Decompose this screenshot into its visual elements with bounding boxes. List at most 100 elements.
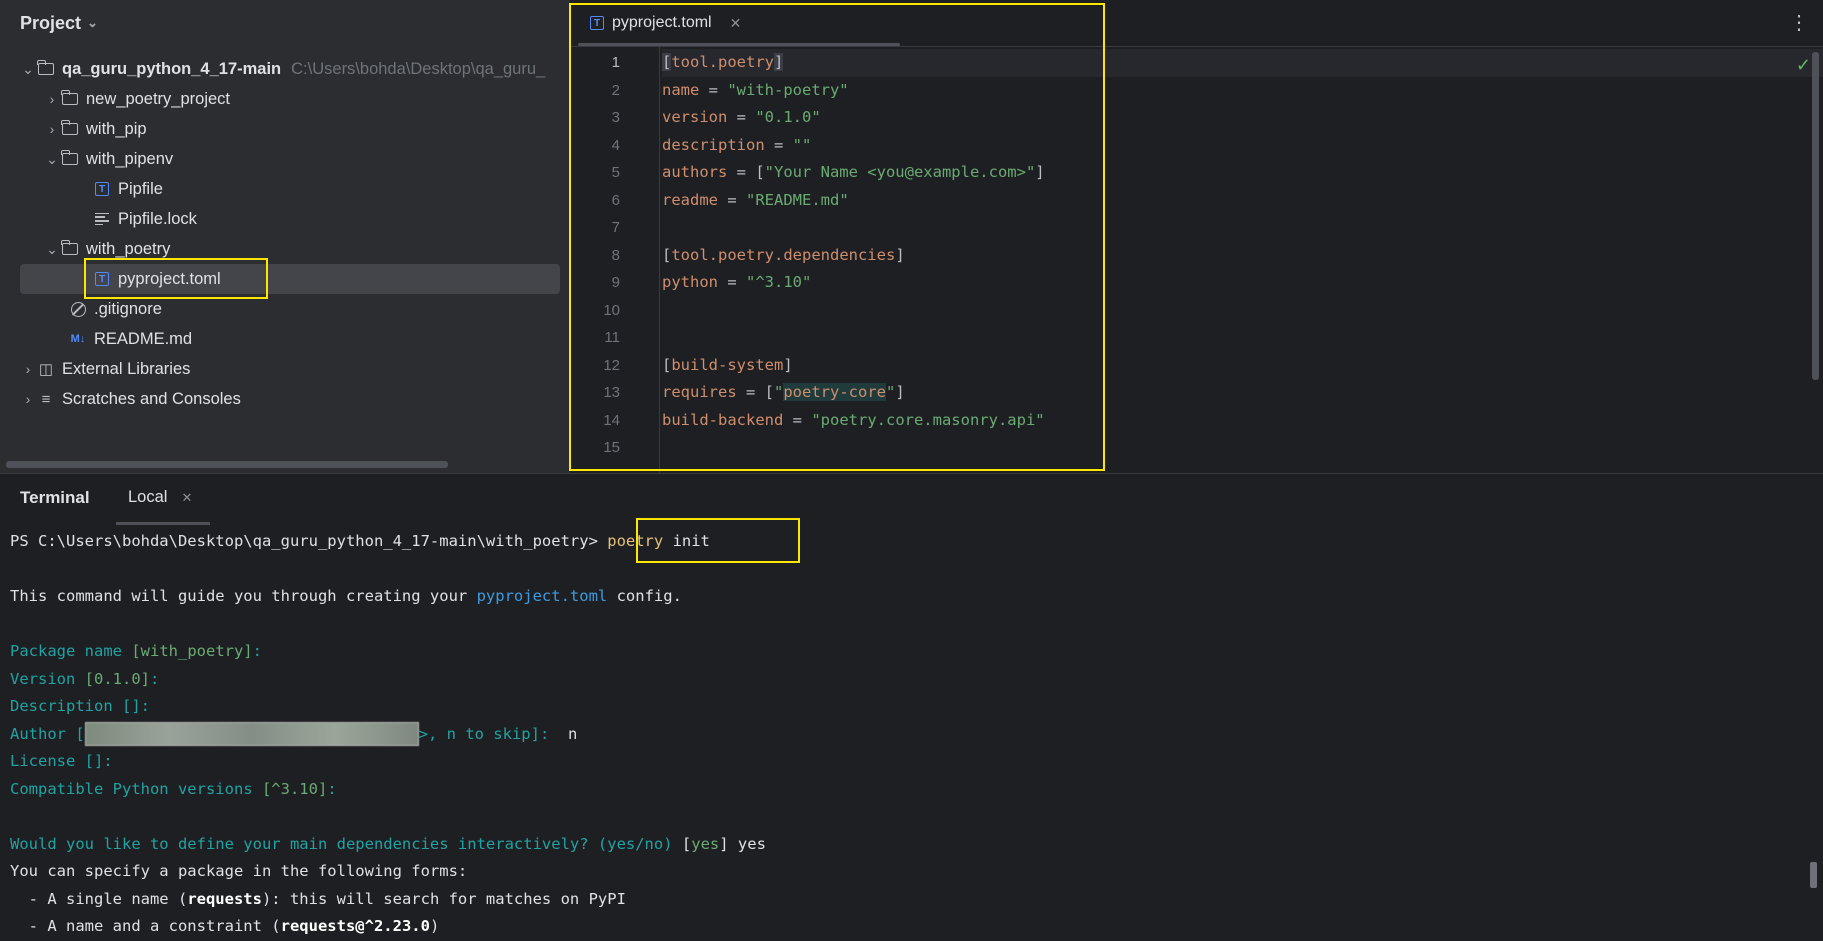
terminal-line: - A single name (requests): this will se…: [10, 889, 626, 908]
active-tab-indicator: [578, 43, 900, 46]
chevron-down-icon[interactable]: ⌄: [44, 241, 60, 258]
line-number: 9: [611, 274, 620, 291]
code-line: [tool.poetry]: [662, 49, 1823, 77]
code-line: [tool.poetry.dependencies]: [662, 245, 905, 264]
tree-item-scratches[interactable]: › ≡ Scratches and Consoles: [20, 385, 560, 413]
code-line: version = "0.1.0": [662, 108, 821, 126]
active-tab-indicator: [116, 522, 210, 525]
toml-file-icon: T: [590, 16, 604, 30]
editor-tab-bar: T pyproject.toml ✕ ⋮: [570, 0, 1823, 47]
chevron-right-icon[interactable]: ›: [44, 121, 60, 137]
tree-item-label: Pipfile.lock: [118, 209, 197, 228]
tree-item-new-poetry-project[interactable]: › new_poetry_project: [20, 85, 584, 113]
gutter-divider: [659, 47, 660, 473]
vertical-scrollbar[interactable]: [1810, 862, 1817, 888]
toml-file-icon: T: [92, 270, 112, 288]
tree-item-label: with_pipenv: [86, 149, 174, 168]
tree-item-external-libraries[interactable]: › ◫ External Libraries: [20, 355, 560, 383]
scratches-icon: ≡: [41, 390, 51, 408]
tree-item-label: README.md: [94, 329, 193, 348]
markdown-file-icon: M↓: [70, 333, 86, 345]
chevron-right-icon[interactable]: ›: [20, 361, 36, 377]
terminal-line: This command will guide you through crea…: [10, 587, 682, 605]
tree-item-pyproject-toml[interactable]: T pyproject.toml: [20, 264, 560, 294]
chevron-down-icon[interactable]: ⌄: [44, 151, 60, 168]
terminal-line: Version [0.1.0]:: [10, 669, 160, 688]
vertical-scrollbar[interactable]: [1812, 52, 1819, 380]
code-line: python = "^3.10": [662, 273, 812, 291]
tree-item-label: with_pip: [86, 119, 147, 138]
tree-item-pipfile-lock[interactable]: Pipfile.lock: [20, 205, 632, 233]
line-number: 2: [611, 81, 620, 99]
line-number: 1: [611, 54, 620, 71]
tree-item-with-poetry[interactable]: ⌄ with_poetry: [20, 235, 584, 263]
more-options-icon[interactable]: ⋮: [1789, 10, 1809, 35]
code-line: description = "": [662, 135, 812, 154]
tree-item-with-pipenv[interactable]: ⌄ with_pipenv: [20, 145, 584, 173]
tree-item-label: qa_guru_python_4_17-main: [62, 59, 282, 78]
code-line: requires = ["poetry-core"]: [662, 383, 905, 401]
tree-item-label: External Libraries: [62, 359, 191, 378]
folder-icon: [60, 240, 80, 258]
folder-icon: [60, 120, 80, 138]
tree-item-root[interactable]: ⌄ qa_guru_python_4_17-main C:\Users\bohd…: [20, 55, 560, 83]
chevron-down-icon: ⌄: [87, 15, 98, 30]
terminal-line: - A name and a constraint (requests@^2.2…: [10, 917, 440, 935]
line-number: 12: [603, 356, 620, 374]
chevron-right-icon[interactable]: ›: [44, 91, 60, 107]
line-number: 13: [603, 384, 620, 401]
tree-item-with-pip[interactable]: › with_pip: [20, 115, 584, 143]
terminal-line: Would you like to define your main depen…: [10, 834, 766, 853]
terminal-line: License []:: [10, 752, 113, 770]
terminal-output[interactable]: PS C:\Users\bohda\Desktop\qa_guru_python…: [10, 528, 1823, 941]
check-icon: ✓: [1795, 55, 1811, 75]
tree-item-label: new_poetry_project: [86, 89, 231, 108]
terminal-tab-label: Local: [128, 488, 168, 506]
terminal-line: You can specify a package in the followi…: [10, 862, 468, 880]
code-line: name = "with-poetry": [662, 80, 849, 99]
code-line: authors = ["Your Name <you@example.com>"…: [662, 163, 1045, 181]
terminal-title: Terminal: [20, 488, 90, 507]
chevron-right-icon[interactable]: ›: [20, 391, 36, 407]
tree-item-label: Scratches and Consoles: [62, 389, 241, 408]
horizontal-scrollbar[interactable]: [6, 461, 448, 468]
project-view-selector[interactable]: Project ⌄: [20, 10, 98, 36]
line-number: 14: [603, 411, 620, 429]
tree-item-label: pyproject.toml: [118, 269, 221, 288]
folder-icon: [60, 150, 80, 168]
line-number: 5: [611, 164, 620, 181]
line-number-gutter: 1 2 3 4 5 6 7 8 9 10 11 12 13 14 15: [570, 49, 660, 462]
tree-item-label: with_poetry: [86, 239, 171, 258]
terminal-tab-local[interactable]: Local ✕: [128, 488, 192, 507]
editor-pane: T pyproject.toml ✕ ⋮ 1 2 3 4 5 6 7 8 9 1…: [569, 0, 1823, 473]
close-icon[interactable]: ✕: [730, 15, 742, 32]
tree-item-readme[interactable]: M↓ README.md: [20, 325, 608, 353]
terminal-panel: Terminal Local ✕ PS C:\Users\bohda\Deskt…: [0, 473, 1823, 940]
terminal-line: Package name [with_poetry]:: [10, 642, 262, 660]
redacted-author: [84, 722, 419, 746]
toml-file-icon: T: [92, 180, 112, 198]
line-number: 4: [611, 136, 620, 154]
tree-item-label: Pipfile: [118, 179, 163, 198]
close-icon[interactable]: ✕: [181, 490, 192, 506]
tree-item-gitignore[interactable]: .gitignore: [20, 295, 608, 323]
code-line: readme = "README.md": [662, 190, 849, 209]
editor-tab-label: pyproject.toml: [612, 14, 712, 31]
chevron-down-icon[interactable]: ⌄: [20, 61, 36, 78]
line-number: 11: [604, 329, 620, 346]
line-number: 8: [611, 246, 620, 264]
tree-item-pipfile[interactable]: T Pipfile: [20, 175, 632, 203]
code-area[interactable]: [tool.poetry] name = "with-poetry" versi…: [662, 49, 1823, 462]
line-number: 7: [611, 219, 620, 236]
terminal-line: Description []:: [10, 697, 150, 715]
code-line: [build-system]: [662, 355, 793, 374]
terminal-line: Author [>, n to skip]: n: [10, 721, 1823, 749]
line-number: 15: [603, 439, 620, 456]
ignore-file-icon: [68, 300, 88, 318]
editor-tab-pyproject[interactable]: T pyproject.toml ✕: [590, 4, 741, 42]
